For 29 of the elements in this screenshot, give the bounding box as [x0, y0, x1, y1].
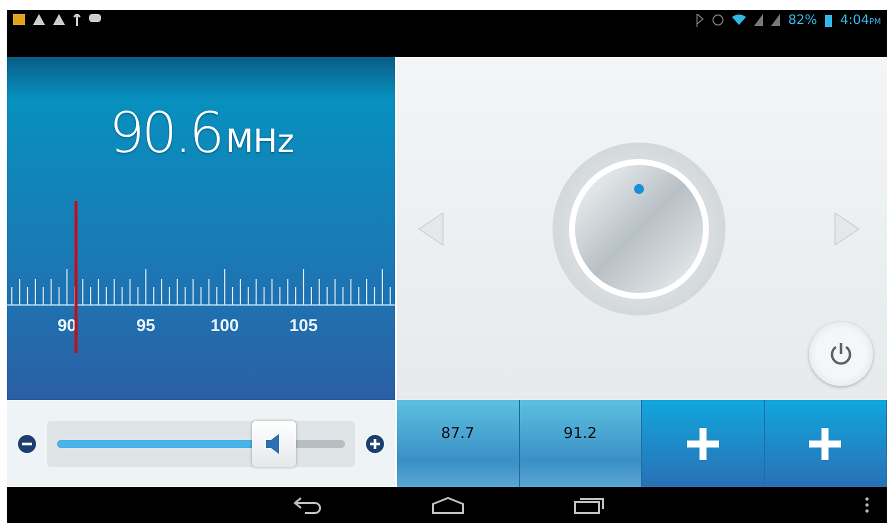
- plus-icon: [686, 428, 719, 460]
- add-preset-button[interactable]: [764, 400, 887, 487]
- scale-label: 100: [210, 316, 239, 335]
- power-icon: [829, 341, 853, 367]
- app-notification-icon: [13, 14, 25, 25]
- wifi-icon: [732, 14, 746, 26]
- clock-suffix: PM: [869, 17, 881, 26]
- volume-thumb[interactable]: [252, 420, 296, 466]
- warning-icon: [33, 14, 45, 25]
- frequency-readout: 90.6: [109, 101, 222, 166]
- power-button[interactable]: [809, 322, 873, 386]
- scale-label: 105: [289, 316, 318, 335]
- scale-label: 95: [136, 316, 156, 335]
- add-preset-button[interactable]: [642, 400, 764, 487]
- more-dots-icon: [865, 497, 869, 513]
- frequency-unit: MHz: [226, 122, 294, 160]
- usb-icon: [73, 14, 81, 26]
- preset-station-button[interactable]: 91.2: [520, 400, 642, 487]
- battery-icon: [825, 14, 832, 27]
- volume-up-icon[interactable]: [365, 434, 385, 454]
- signal-icon: [754, 14, 764, 26]
- plus-icon: [809, 428, 842, 460]
- clock-time: 4:04PM: [840, 14, 881, 29]
- warning-icon: [53, 14, 65, 25]
- battery-percentage: 82%: [788, 14, 818, 28]
- volume-slider[interactable]: [47, 420, 355, 466]
- volume-down-icon[interactable]: [17, 434, 37, 454]
- preset-station-button[interactable]: 87.7: [397, 400, 520, 487]
- signal-icon: [771, 14, 780, 26]
